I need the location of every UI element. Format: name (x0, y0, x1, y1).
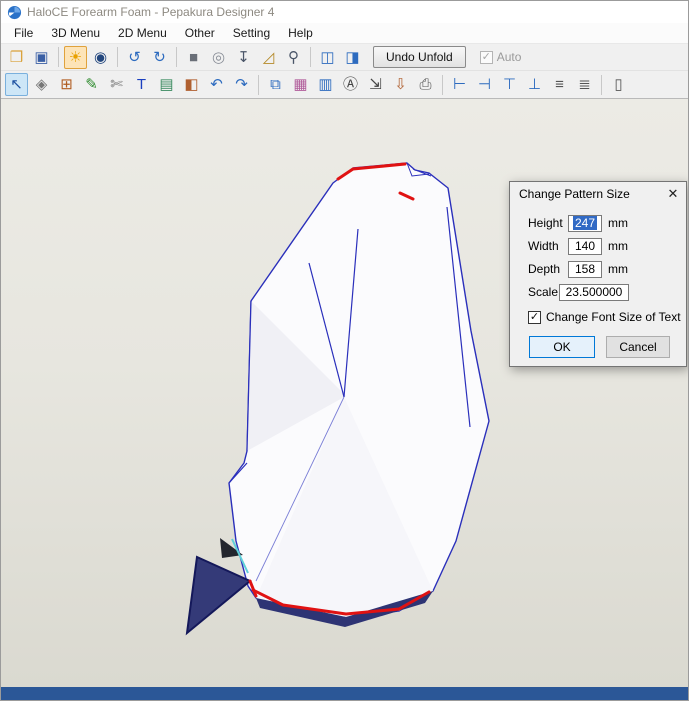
box-tool-icon[interactable]: ◧ (180, 73, 203, 96)
app-window: HaloCE Forearm Foam - Pepakura Designer … (0, 0, 689, 701)
field-scale: Scale 23.500000 (528, 283, 686, 301)
field-input[interactable]: 23.500000 (559, 283, 629, 301)
image-tool-icon[interactable]: ▤ (155, 73, 178, 96)
select-tool-icon[interactable]: ↖ (5, 73, 28, 96)
change-pattern-size-dialog: Change Pattern Size ✕ Height 247 mm Widt… (509, 181, 687, 367)
field-input[interactable]: 158 (568, 260, 602, 278)
align-right-icon[interactable]: ⊣ (473, 73, 496, 96)
page-text-icon[interactable]: Ⓐ (339, 73, 362, 96)
align-center-icon[interactable]: ≡ (548, 73, 571, 96)
cylinder-view-icon[interactable]: ◎ (207, 46, 230, 69)
dialog-titlebar[interactable]: Change Pattern Size ✕ (510, 182, 686, 206)
taskbar-strip[interactable] (1, 687, 688, 700)
dialog-title: Change Pattern Size (519, 187, 630, 201)
undo-icon[interactable]: ↶ (205, 73, 228, 96)
rotate-right-icon[interactable]: ↻ (148, 46, 171, 69)
save-icon[interactable]: ▣ (30, 46, 53, 69)
field-input[interactable]: 140 (568, 237, 602, 255)
3d-viewport[interactable]: Change Pattern Size ✕ Height 247 mm Widt… (1, 99, 688, 689)
field-height: Height 247 mm (528, 214, 686, 232)
toolbar-separator (442, 74, 443, 95)
field-unit: mm (608, 262, 628, 276)
cube-view-icon[interactable]: ■ (182, 46, 205, 69)
split-view-icon[interactable]: ◫ (316, 46, 339, 69)
field-unit: mm (608, 239, 628, 253)
box-export-icon[interactable]: ⇩ (389, 73, 412, 96)
titlebar[interactable]: HaloCE Forearm Foam - Pepakura Designer … (1, 1, 688, 23)
dialog-buttons: OK Cancel (529, 336, 686, 358)
redo-icon[interactable]: ↷ (230, 73, 253, 96)
menu-help[interactable]: Help (279, 24, 322, 42)
book-view-icon[interactable]: ⧉ (264, 73, 287, 96)
single-pane-icon[interactable]: ◨ (341, 46, 364, 69)
page-divider-icon[interactable]: ▯ (607, 73, 630, 96)
checkbox-label: Change Font Size of Text (546, 310, 681, 324)
texture-image-icon[interactable]: ▦ (289, 73, 312, 96)
open-folder-icon[interactable]: ❒ (5, 46, 28, 69)
arrange-parts-icon[interactable]: ⊞ (55, 73, 78, 96)
dialog-close-button[interactable]: ✕ (660, 182, 686, 206)
knife-tool-icon[interactable]: ✄ (105, 73, 128, 96)
toolbar-separator (258, 74, 259, 95)
menu-2d[interactable]: 2D Menu (109, 24, 176, 42)
toolbar-separator (176, 47, 177, 67)
printer-icon[interactable]: ⎙ (414, 73, 437, 96)
rotate-left-icon[interactable]: ↺ (123, 46, 146, 69)
cancel-button[interactable]: Cancel (606, 336, 670, 358)
ok-button[interactable]: OK (529, 336, 595, 358)
zoom-icon[interactable]: ⚲ (282, 46, 305, 69)
field-unit: mm (608, 216, 628, 230)
align-bottom-icon[interactable]: ⊥ (523, 73, 546, 96)
field-label: Depth (528, 262, 561, 276)
field-label: Height (528, 216, 563, 230)
light-toggle-icon[interactable]: ☀ (64, 45, 87, 69)
toolbar-separator (58, 47, 59, 67)
auto-checkbox[interactable]: ✓ Auto (479, 50, 522, 64)
pen-tool-icon[interactable]: ✎ (80, 73, 103, 96)
plumb-icon[interactable]: ↧ (232, 46, 255, 69)
text-tool-icon[interactable]: T (130, 73, 153, 96)
field-input[interactable]: 247 (568, 214, 602, 232)
auto-check-icon: ✓ (479, 50, 493, 64)
menu-setting[interactable]: Setting (224, 24, 279, 42)
dialog-body: Height 247 mm Width 140 mm Depth 158 mm … (510, 206, 686, 301)
texture-view-icon[interactable]: ◉ (89, 46, 112, 69)
field-depth: Depth 158 mm (528, 260, 686, 278)
align-left-icon[interactable]: ⊢ (448, 73, 471, 96)
undo-unfold-button[interactable]: Undo Unfold (373, 46, 466, 68)
page-export-icon[interactable]: ⇲ (364, 73, 387, 96)
field-label: Width (528, 239, 559, 253)
menu-3d[interactable]: 3D Menu (42, 24, 109, 42)
toolbar-separator (601, 74, 602, 95)
app-icon (7, 5, 22, 19)
ruler-icon[interactable]: ◿ (257, 46, 280, 69)
field-width: Width 140 mm (528, 237, 686, 255)
checkbox-check-icon: ✓ (528, 310, 541, 324)
menu-other[interactable]: Other (176, 24, 224, 42)
menubar: File 3D Menu 2D Menu Other Setting Help (1, 23, 688, 44)
toolbar-separator (310, 47, 311, 67)
chart-icon[interactable]: ▥ (314, 73, 337, 96)
align-top-icon[interactable]: ⊤ (498, 73, 521, 96)
font-size-checkbox[interactable]: ✓ Change Font Size of Text (528, 310, 686, 324)
auto-label: Auto (496, 50, 522, 64)
toolbar-separator (117, 47, 118, 67)
toolbar-2d: ↖ ◈ ⊞ ✎ ✄ T ▤ ◧ ↶ ↷ ⧉ ▦ ▥ Ⓐ ⇲ ⇩ ⎙ ⊢ ⊣ ⊤ ⊥ ≡ ≣ ▯ (1, 71, 688, 99)
window-title: HaloCE Forearm Foam - Pepakura Designer … (27, 5, 275, 19)
toolbar-main: ❒ ▣ ☀ ◉ ↺ ↻ ■ ◎ ↧ ◿ ⚲ ◫ ◨ Undo Unfold ✓ Auto (1, 44, 688, 71)
edge-tool-icon[interactable]: ◈ (30, 73, 53, 96)
menu-file[interactable]: File (5, 24, 42, 42)
distribute-icon[interactable]: ≣ (573, 73, 596, 96)
